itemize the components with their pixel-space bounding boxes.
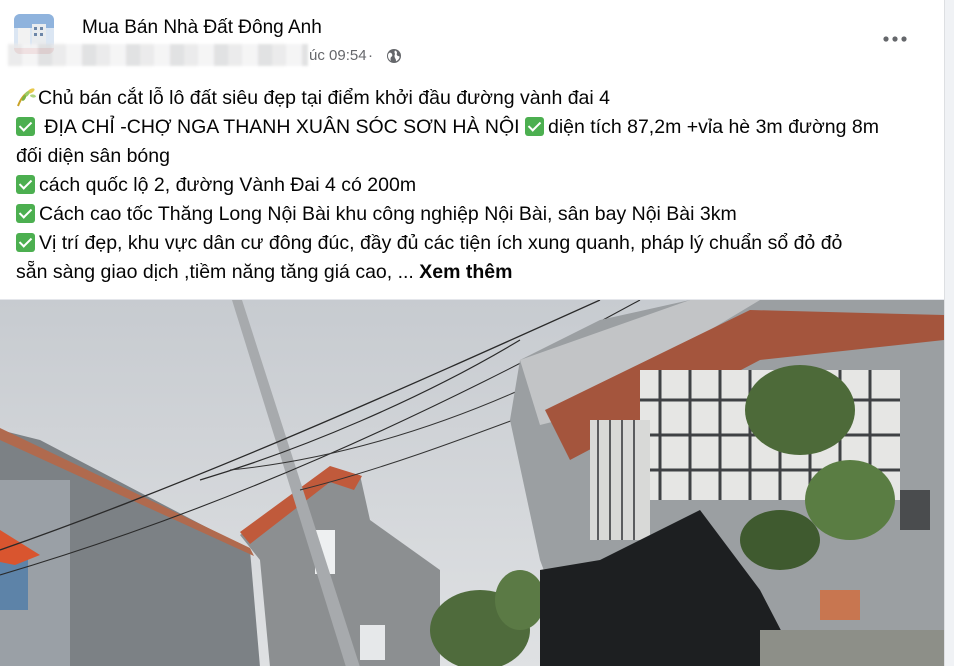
message-line-2: ĐỊA CHỈ -CHỢ NGA THANH XUÂN SÓC SƠN HÀ N… (16, 113, 932, 142)
post-photo[interactable] (0, 299, 944, 666)
message-line-5: Cách cao tốc Thăng Long Nội Bài khu công… (16, 200, 932, 229)
message-text: diện tích 87,2m +vỉa hè 3m đường 8m (547, 116, 879, 138)
message-line-4: cách quốc lộ 2, đường Vành Đai 4 có 200m (16, 171, 932, 200)
message-line-7: sẵn sàng giao dịch ,tiềm năng tăng giá c… (16, 258, 932, 287)
message-text: Vị trí đẹp, khu vực dân cư đông đúc, đầy… (39, 232, 843, 254)
post-meta: úc 09:54 · (0, 44, 420, 68)
street-photo-illustration (0, 300, 944, 666)
group-name-link[interactable]: Mua Bán Nhà Đất Đông Anh (82, 17, 322, 39)
post-message: Chủ bán cắt lỗ lô đất siêu đẹp tại điểm … (16, 84, 932, 287)
message-text: cách quốc lộ 2, đường Vành Đai 4 có 200m (39, 174, 417, 196)
message-text: Cách cao tốc Thăng Long Nội Bài khu công… (39, 203, 737, 225)
see-more-link[interactable]: Xem thêm (419, 261, 512, 283)
message-line-3: đối diện sân bóng (16, 142, 932, 171)
message-line-6: Vị trí đẹp, khu vực dân cư đông đúc, đầy… (16, 229, 932, 258)
check-icon (16, 204, 35, 223)
more-horizontal-icon (883, 36, 907, 42)
message-line-1: Chủ bán cắt lỗ lô đất siêu đẹp tại điểm … (16, 84, 932, 113)
check-icon (16, 233, 35, 252)
check-icon (524, 117, 544, 136)
check-icon (16, 175, 35, 194)
message-text: đối diện sân bóng (16, 145, 170, 167)
message-text: ĐỊA CHỈ -CHỢ NGA THANH XUÂN SÓC SƠN HÀ N… (39, 116, 525, 138)
post-card: Mua Bán Nhà Đất Đông Anh úc 09:54 · Chủ … (0, 0, 945, 666)
sprout-icon (16, 87, 38, 107)
message-text: sẵn sàng giao dịch ,tiềm năng tăng giá c… (16, 261, 420, 283)
post-header: Mua Bán Nhà Đất Đông Anh úc 09:54 · (0, 0, 944, 74)
message-text: Chủ bán cắt lỗ lô đất siêu đẹp tại điểm … (38, 87, 610, 109)
redacted-author (8, 44, 308, 66)
post-timestamp[interactable]: úc 09:54 (309, 47, 367, 64)
more-options-button[interactable] (876, 22, 914, 56)
meta-separator: · (368, 47, 373, 64)
check-icon (16, 117, 35, 136)
globe-icon[interactable] (386, 48, 402, 64)
